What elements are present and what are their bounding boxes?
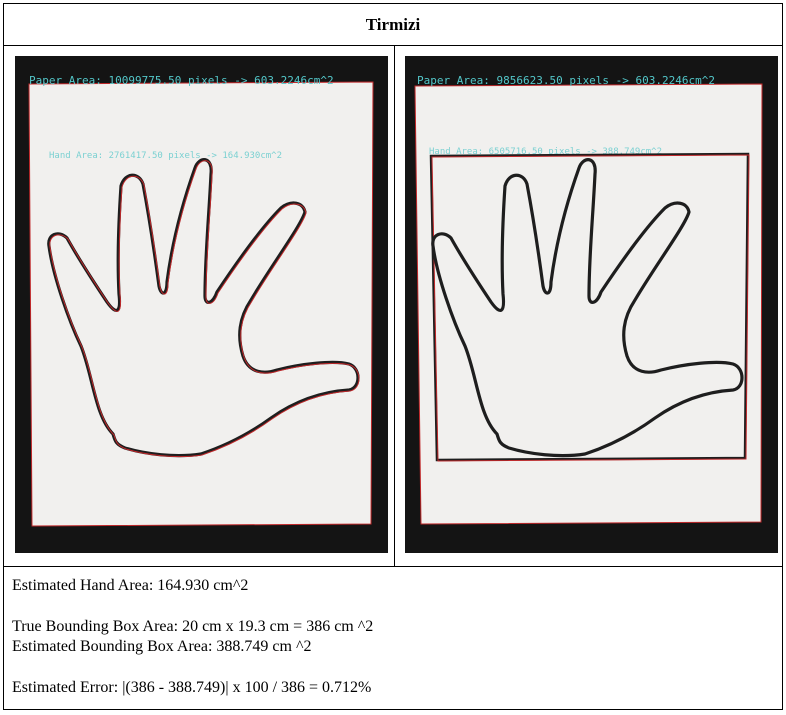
results-notes: Estimated Hand Area: 164.930 cm^2 True B…	[12, 576, 373, 698]
hand-bounding-box-photo: Paper Area: 9856623.50 pixels -> 603.224…	[405, 56, 778, 553]
paper-area-label: Paper Area: 10099775.50 pixels -> 603.22…	[29, 74, 334, 87]
hand-contour-photo: Paper Area: 10099775.50 pixels -> 603.22…	[15, 56, 388, 553]
comparison-table: Tirmizi Paper Area: 10099775.50 pixels -…	[3, 3, 783, 710]
table-header: Tirmizi	[4, 4, 782, 46]
true-bounding-box-area-text: True Bounding Box Area: 20 cm x 19.3 cm …	[12, 618, 374, 635]
table-title: Tirmizi	[365, 15, 421, 34]
column-divider	[394, 45, 395, 566]
paper-area-label: Paper Area: 9856623.50 pixels -> 603.224…	[417, 74, 715, 87]
row-divider	[4, 566, 782, 567]
estimated-hand-area-text: Estimated Hand Area: 164.930 cm^2	[12, 577, 249, 594]
paper-sheet	[28, 81, 374, 527]
estimated-bounding-box-area-text: Estimated Bounding Box Area: 388.749 cm …	[12, 638, 312, 655]
estimated-error-text: Estimated Error: |(386 - 388.749)| x 100…	[12, 679, 372, 696]
hand-area-label: Hand Area: 2761417.50 pixels -> 164.930c…	[49, 151, 282, 161]
